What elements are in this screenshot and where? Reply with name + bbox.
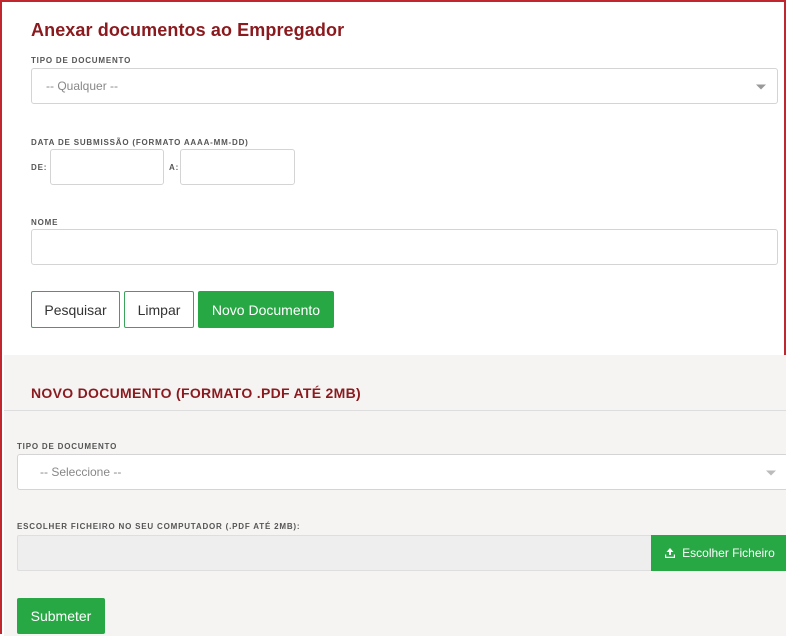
new-doc-type-label: TIPO DE DOCUMENTO [17,442,118,451]
date-to-label: A: [169,163,180,172]
name-label: NOME [31,218,59,227]
date-from-input[interactable] [50,149,164,185]
upload-icon [665,548,676,558]
doc-type-filter-value: -- Qualquer -- [46,79,119,93]
new-document-button[interactable]: Novo Documento [198,291,334,328]
search-button[interactable]: Pesquisar [31,291,120,328]
submit-button[interactable]: Submeter [17,598,105,634]
date-to-input[interactable] [180,149,295,185]
chevron-down-icon [766,470,776,476]
choose-file-label: Escolher Ficheiro [682,546,775,560]
new-doc-type-select[interactable]: -- Seleccione -- [17,454,786,490]
file-chooser-label: ESCOLHER FICHEIRO NO SEU COMPUTADOR (.PD… [17,522,301,531]
new-document-title: NOVO DOCUMENTO (FORMATO .PDF ATÉ 2MB) [31,385,361,401]
doc-type-filter-select[interactable]: -- Qualquer -- [31,68,778,104]
name-input[interactable] [31,229,778,265]
date-from-label: DE: [31,163,48,172]
page-title: Anexar documentos ao Empregador [31,20,345,40]
doc-type-filter-label: TIPO DE DOCUMENTO [31,56,132,65]
section-divider [4,410,786,411]
clear-button[interactable]: Limpar [124,291,194,328]
new-doc-type-value: -- Seleccione -- [40,465,122,479]
page-frame: Anexar documentos ao Empregador TIPO DE … [0,0,786,636]
choose-file-button[interactable]: Escolher Ficheiro [651,535,786,571]
submission-date-label: DATA DE SUBMISSÃO (FORMATO AAAA-MM-DD) [31,138,249,147]
file-path-field[interactable] [17,535,651,571]
chevron-down-icon [756,84,766,90]
